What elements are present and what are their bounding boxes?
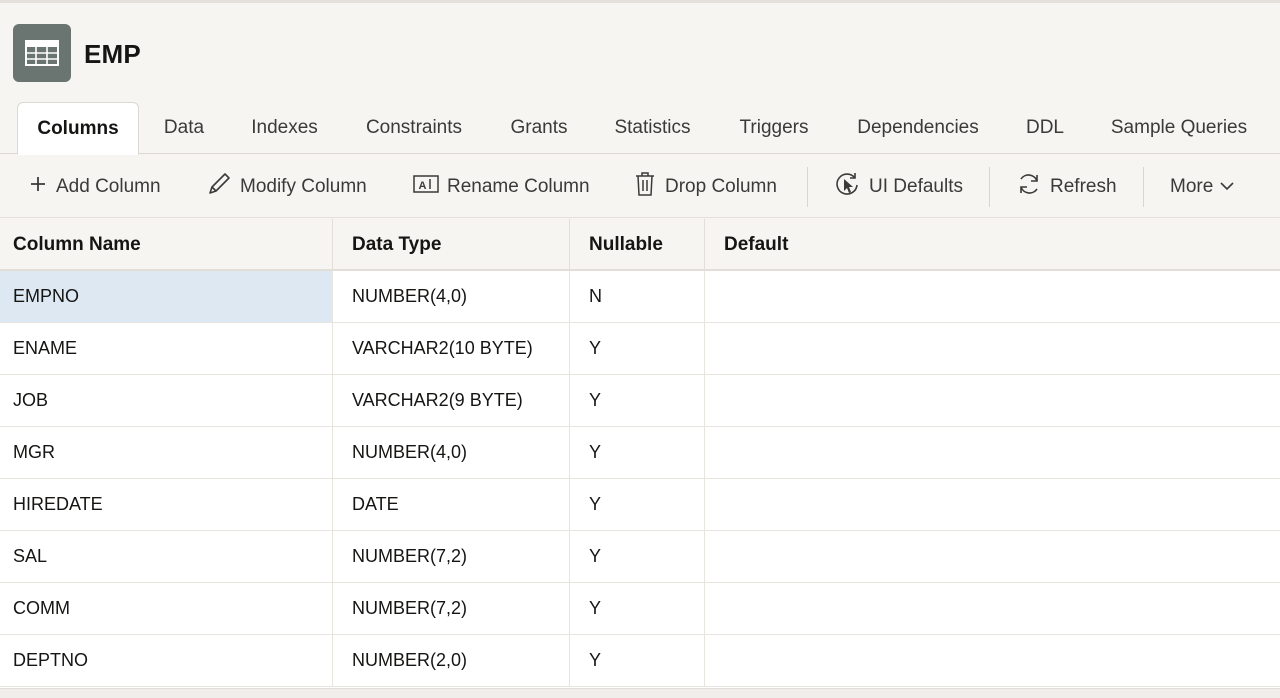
ui-defaults-button[interactable]: UI Defaults (833, 155, 963, 218)
cell-default (705, 375, 1280, 426)
cursor-refresh-icon (833, 170, 869, 204)
cell-nullable: Y (570, 635, 705, 686)
chevron-down-icon (1219, 176, 1243, 198)
trash-icon (633, 171, 665, 203)
cell-column-name: HIREDATE (0, 479, 333, 530)
cell-data-type: VARCHAR2(9 BYTE) (333, 375, 570, 426)
cell-data-type: NUMBER(7,2) (333, 531, 570, 582)
svg-text:A: A (419, 180, 427, 192)
toolbar-divider (989, 167, 990, 207)
table-icon (13, 24, 71, 82)
columns-table: Column Name Data Type Nullable Default E… (0, 219, 1280, 689)
header-nullable[interactable]: Nullable (570, 219, 705, 271)
cell-column-name: JOB (0, 375, 333, 426)
cell-nullable: Y (570, 479, 705, 530)
cell-default (705, 271, 1280, 322)
cell-data-type: DATE (333, 479, 570, 530)
tab-triggers[interactable]: Triggers (724, 102, 824, 154)
tab-statistics[interactable]: Statistics (598, 102, 707, 154)
refresh-label: Refresh (1050, 175, 1117, 197)
tab-bar: Columns Data Indexes Constraints Grants … (0, 100, 1280, 155)
cell-nullable: N (570, 271, 705, 322)
table-row[interactable]: COMM NUMBER(7,2) Y (0, 583, 1280, 635)
cell-default (705, 635, 1280, 686)
cell-default (705, 531, 1280, 582)
table-row[interactable]: SAL NUMBER(7,2) Y (0, 531, 1280, 583)
bottom-border (0, 688, 1280, 698)
modify-column-label: Modify Column (240, 175, 367, 197)
header-data-type[interactable]: Data Type (333, 219, 570, 271)
more-menu-button[interactable]: More (1170, 155, 1243, 218)
header: EMP (0, 0, 1280, 100)
cell-column-name: SAL (0, 531, 333, 582)
cell-nullable: Y (570, 583, 705, 634)
add-column-label: Add Column (56, 175, 161, 197)
table-row[interactable]: ENAME VARCHAR2(10 BYTE) Y (0, 323, 1280, 375)
table-row[interactable]: DEPTNO NUMBER(2,0) Y (0, 635, 1280, 687)
cell-default (705, 323, 1280, 374)
ui-defaults-label: UI Defaults (869, 175, 963, 197)
cell-nullable: Y (570, 427, 705, 478)
cell-default (705, 583, 1280, 634)
toolbar-divider (1143, 167, 1144, 207)
tab-sample-queries[interactable]: Sample Queries (1096, 102, 1262, 154)
tab-data[interactable]: Data (150, 102, 218, 154)
rename-column-label: Rename Column (447, 175, 590, 197)
cell-data-type: NUMBER(2,0) (333, 635, 570, 686)
cell-data-type: NUMBER(7,2) (333, 583, 570, 634)
cell-data-type: NUMBER(4,0) (333, 271, 570, 322)
cell-column-name: COMM (0, 583, 333, 634)
cell-column-name: ENAME (0, 323, 333, 374)
table-row[interactable]: MGR NUMBER(4,0) Y (0, 427, 1280, 479)
cell-nullable: Y (570, 375, 705, 426)
cell-data-type: VARCHAR2(10 BYTE) (333, 323, 570, 374)
header-column-name[interactable]: Column Name (0, 219, 333, 271)
rename-column-button[interactable]: A Rename Column (413, 155, 590, 218)
pencil-icon (206, 171, 240, 203)
add-column-button[interactable]: Add Column (28, 155, 161, 218)
modify-column-button[interactable]: Modify Column (206, 155, 367, 218)
cell-column-name: EMPNO (0, 271, 333, 322)
table-row[interactable]: JOB VARCHAR2(9 BYTE) Y (0, 375, 1280, 427)
tab-constraints[interactable]: Constraints (350, 102, 478, 154)
tab-ddl[interactable]: DDL (1012, 102, 1078, 154)
table-row[interactable]: HIREDATE DATE Y (0, 479, 1280, 531)
header-default[interactable]: Default (705, 219, 1280, 271)
page: EMP Columns Data Indexes Constraints Gra… (0, 0, 1280, 698)
cell-nullable: Y (570, 323, 705, 374)
refresh-icon (1016, 171, 1050, 203)
toolbar: Add Column Modify Column A Rename Column… (0, 155, 1280, 218)
tab-columns[interactable]: Columns (17, 102, 139, 155)
table-row[interactable]: EMPNO NUMBER(4,0) N (0, 271, 1280, 323)
cell-nullable: Y (570, 531, 705, 582)
refresh-button[interactable]: Refresh (1016, 155, 1117, 218)
more-label: More (1170, 175, 1214, 197)
toolbar-divider (807, 167, 808, 207)
cell-column-name: DEPTNO (0, 635, 333, 686)
plus-icon (28, 174, 56, 200)
cell-default (705, 479, 1280, 530)
tab-grants[interactable]: Grants (496, 102, 582, 154)
table-header: Column Name Data Type Nullable Default (0, 219, 1280, 271)
cell-default (705, 427, 1280, 478)
text-box-icon: A (413, 174, 447, 200)
page-title: EMP (84, 39, 141, 69)
tab-indexes[interactable]: Indexes (236, 102, 333, 154)
tab-dependencies[interactable]: Dependencies (842, 102, 994, 154)
cell-data-type: NUMBER(4,0) (333, 427, 570, 478)
drop-column-button[interactable]: Drop Column (633, 155, 777, 218)
drop-column-label: Drop Column (665, 175, 777, 197)
cell-column-name: MGR (0, 427, 333, 478)
